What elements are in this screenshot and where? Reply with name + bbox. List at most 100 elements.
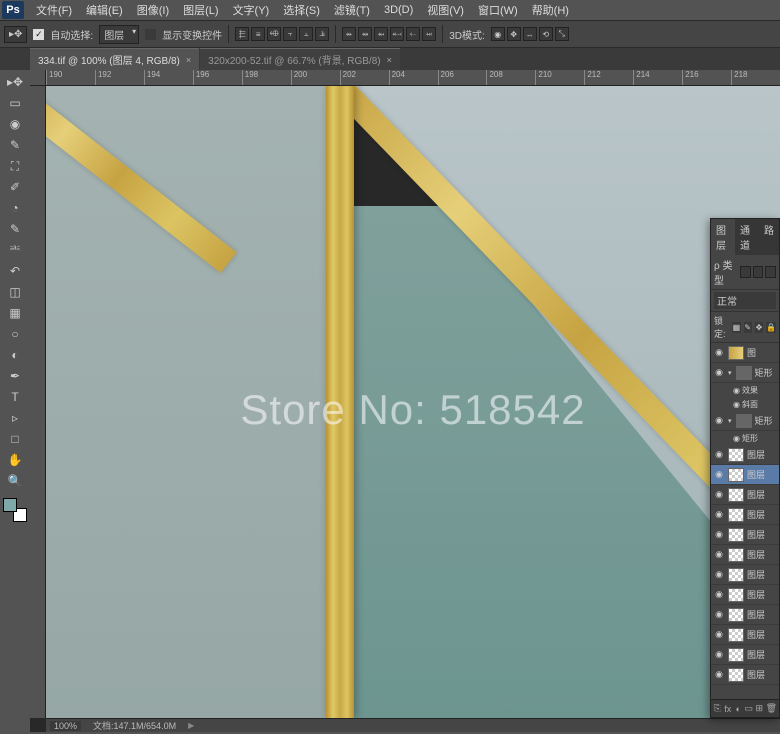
color-swatches[interactable] <box>3 498 27 522</box>
layer-fx-icon[interactable]: fx <box>724 703 733 715</box>
autoselect-dropdown[interactable]: 图层 <box>99 25 139 44</box>
eyedropper-tool[interactable]: ✐ <box>3 177 27 197</box>
visibility-icon[interactable]: ◉ <box>733 386 740 395</box>
menu-window[interactable]: 窗口(W) <box>472 0 524 20</box>
menu-type[interactable]: 文字(Y) <box>227 0 276 20</box>
eraser-tool[interactable]: ◫ <box>3 282 27 302</box>
dist-1-icon[interactable]: ⬴ <box>342 27 356 41</box>
link-layers-icon[interactable]: ⎘ <box>713 703 722 715</box>
close-icon[interactable]: × <box>387 55 392 65</box>
path-select-tool[interactable]: ▹ <box>3 408 27 428</box>
menu-edit[interactable]: 编辑(E) <box>80 0 129 20</box>
quick-select-tool[interactable]: ✎ <box>3 135 27 155</box>
blur-tool[interactable]: ○ <box>3 324 27 344</box>
new-layer-icon[interactable]: ⊞ <box>755 703 764 715</box>
menu-help[interactable]: 帮助(H) <box>526 0 575 20</box>
3d-slide-icon[interactable]: ↔ <box>523 27 537 41</box>
menu-image[interactable]: 图像(I) <box>131 0 175 20</box>
layer-mask-icon[interactable]: ◐ <box>734 703 743 715</box>
layer-row[interactable]: ◉图层 <box>711 625 779 645</box>
dist-2-icon[interactable]: ⬵ <box>358 27 372 41</box>
layer-row[interactable]: ◉图层 <box>711 525 779 545</box>
layer-effect[interactable]: ◉效果 <box>711 383 779 397</box>
menu-layer[interactable]: 图层(L) <box>177 0 224 20</box>
visibility-icon[interactable]: ◉ <box>713 449 725 461</box>
zoom-tool[interactable]: 🔍 <box>3 471 27 491</box>
visibility-icon[interactable]: ◉ <box>713 469 725 481</box>
lock-pixels-icon[interactable]: ✎ <box>744 322 752 333</box>
layer-row[interactable]: ◉图层 <box>711 565 779 585</box>
visibility-icon[interactable]: ◉ <box>733 400 740 409</box>
crop-tool[interactable]: ⛶ <box>3 156 27 176</box>
layer-row[interactable]: ◉▾矩形 <box>711 363 779 383</box>
clone-stamp-tool[interactable]: ⎃ <box>3 240 27 260</box>
filter-pixel-icon[interactable] <box>740 266 751 278</box>
dist-5-icon[interactable]: ⬸ <box>406 27 420 41</box>
3d-orbit-icon[interactable]: ◉ <box>491 27 505 41</box>
move-tool-indicator[interactable]: ▸✥ <box>4 26 27 43</box>
layer-row[interactable]: ◉图层 <box>711 445 779 465</box>
visibility-icon[interactable]: ◉ <box>713 569 725 581</box>
marquee-tool[interactable]: ▭ <box>3 93 27 113</box>
document-tab-2[interactable]: 320x200-52.tif @ 66.7% (背景, RGB/8) × <box>200 48 400 70</box>
visibility-icon[interactable]: ◉ <box>733 434 740 443</box>
visibility-icon[interactable]: ◉ <box>713 649 725 661</box>
chevron-right-icon[interactable]: ▶ <box>188 721 194 730</box>
layer-row[interactable]: ◉图层 <box>711 605 779 625</box>
tab-paths[interactable]: 路 <box>759 219 779 255</box>
visibility-icon[interactable]: ◉ <box>713 529 725 541</box>
show-transform-checkbox[interactable] <box>145 29 156 40</box>
ruler-vertical[interactable] <box>30 86 46 718</box>
layer-row[interactable]: ◉图层 <box>711 505 779 525</box>
dist-4-icon[interactable]: ⬷ <box>390 27 404 41</box>
align-bottom-icon[interactable]: ⫡ <box>315 27 329 41</box>
visibility-icon[interactable]: ◉ <box>713 347 725 359</box>
foreground-color[interactable] <box>3 498 17 512</box>
visibility-icon[interactable]: ◉ <box>713 609 725 621</box>
autoselect-checkbox[interactable]: ✓ <box>33 29 44 40</box>
document-tab-1[interactable]: 334.tif @ 100% (图层 4, RGB/8) × <box>30 48 199 70</box>
menu-filter[interactable]: 滤镜(T) <box>328 0 376 20</box>
gradient-tool[interactable]: ▦ <box>3 303 27 323</box>
align-center-h-icon[interactable]: ≡ <box>251 27 265 41</box>
move-tool[interactable]: ▸✥ <box>3 72 27 92</box>
visibility-icon[interactable]: ◉ <box>713 629 725 641</box>
3d-pan-icon[interactable]: ✥ <box>507 27 521 41</box>
menu-view[interactable]: 视图(V) <box>421 0 470 20</box>
tab-layers[interactable]: 图层 <box>711 219 735 255</box>
dist-6-icon[interactable]: ⬹ <box>422 27 436 41</box>
visibility-icon[interactable]: ◉ <box>713 509 725 521</box>
pen-tool[interactable]: ✒ <box>3 366 27 386</box>
menu-select[interactable]: 选择(S) <box>277 0 326 20</box>
layer-row[interactable]: ◉图层 <box>711 545 779 565</box>
history-brush-tool[interactable]: ↶ <box>3 261 27 281</box>
ruler-horizontal[interactable]: 190 192 194 196 198 200 202 204 206 208 … <box>46 70 780 86</box>
dodge-tool[interactable]: ◐ <box>3 345 27 365</box>
tab-channels[interactable]: 通道 <box>735 219 759 255</box>
zoom-field[interactable]: 100% <box>50 721 81 731</box>
lock-all-icon[interactable]: 🔒 <box>766 322 776 333</box>
align-right-icon[interactable]: ⬲ <box>267 27 281 41</box>
dist-3-icon[interactable]: ⬶ <box>374 27 388 41</box>
brush-tool[interactable]: ✎ <box>3 219 27 239</box>
visibility-icon[interactable]: ◉ <box>713 669 725 681</box>
expand-icon[interactable]: ▾ <box>728 417 732 425</box>
3d-rotate-icon[interactable]: ⟲ <box>539 27 553 41</box>
layer-row[interactable]: ◉图层 <box>711 665 779 685</box>
filter-type-icon[interactable] <box>765 266 776 278</box>
menu-file[interactable]: 文件(F) <box>30 0 78 20</box>
align-center-v-icon[interactable]: ⫠ <box>299 27 313 41</box>
layer-effect[interactable]: ◉矩形 <box>711 431 779 445</box>
3d-scale-icon[interactable]: ⤡ <box>555 27 569 41</box>
expand-icon[interactable]: ▾ <box>728 369 732 377</box>
lasso-tool[interactable]: ◉ <box>3 114 27 134</box>
lock-transparent-icon[interactable]: ▦ <box>732 322 740 333</box>
canvas[interactable]: Store No: 518542 <box>46 86 780 718</box>
healing-brush-tool[interactable]: ◔ <box>3 198 27 218</box>
type-tool[interactable]: T <box>3 387 27 407</box>
layer-row[interactable]: ◉图层 <box>711 465 779 485</box>
blend-mode-dropdown[interactable]: 正常 <box>714 292 776 309</box>
close-icon[interactable]: × <box>186 55 191 65</box>
align-top-icon[interactable]: ⫟ <box>283 27 297 41</box>
layer-row[interactable]: ◉图 <box>711 343 779 363</box>
